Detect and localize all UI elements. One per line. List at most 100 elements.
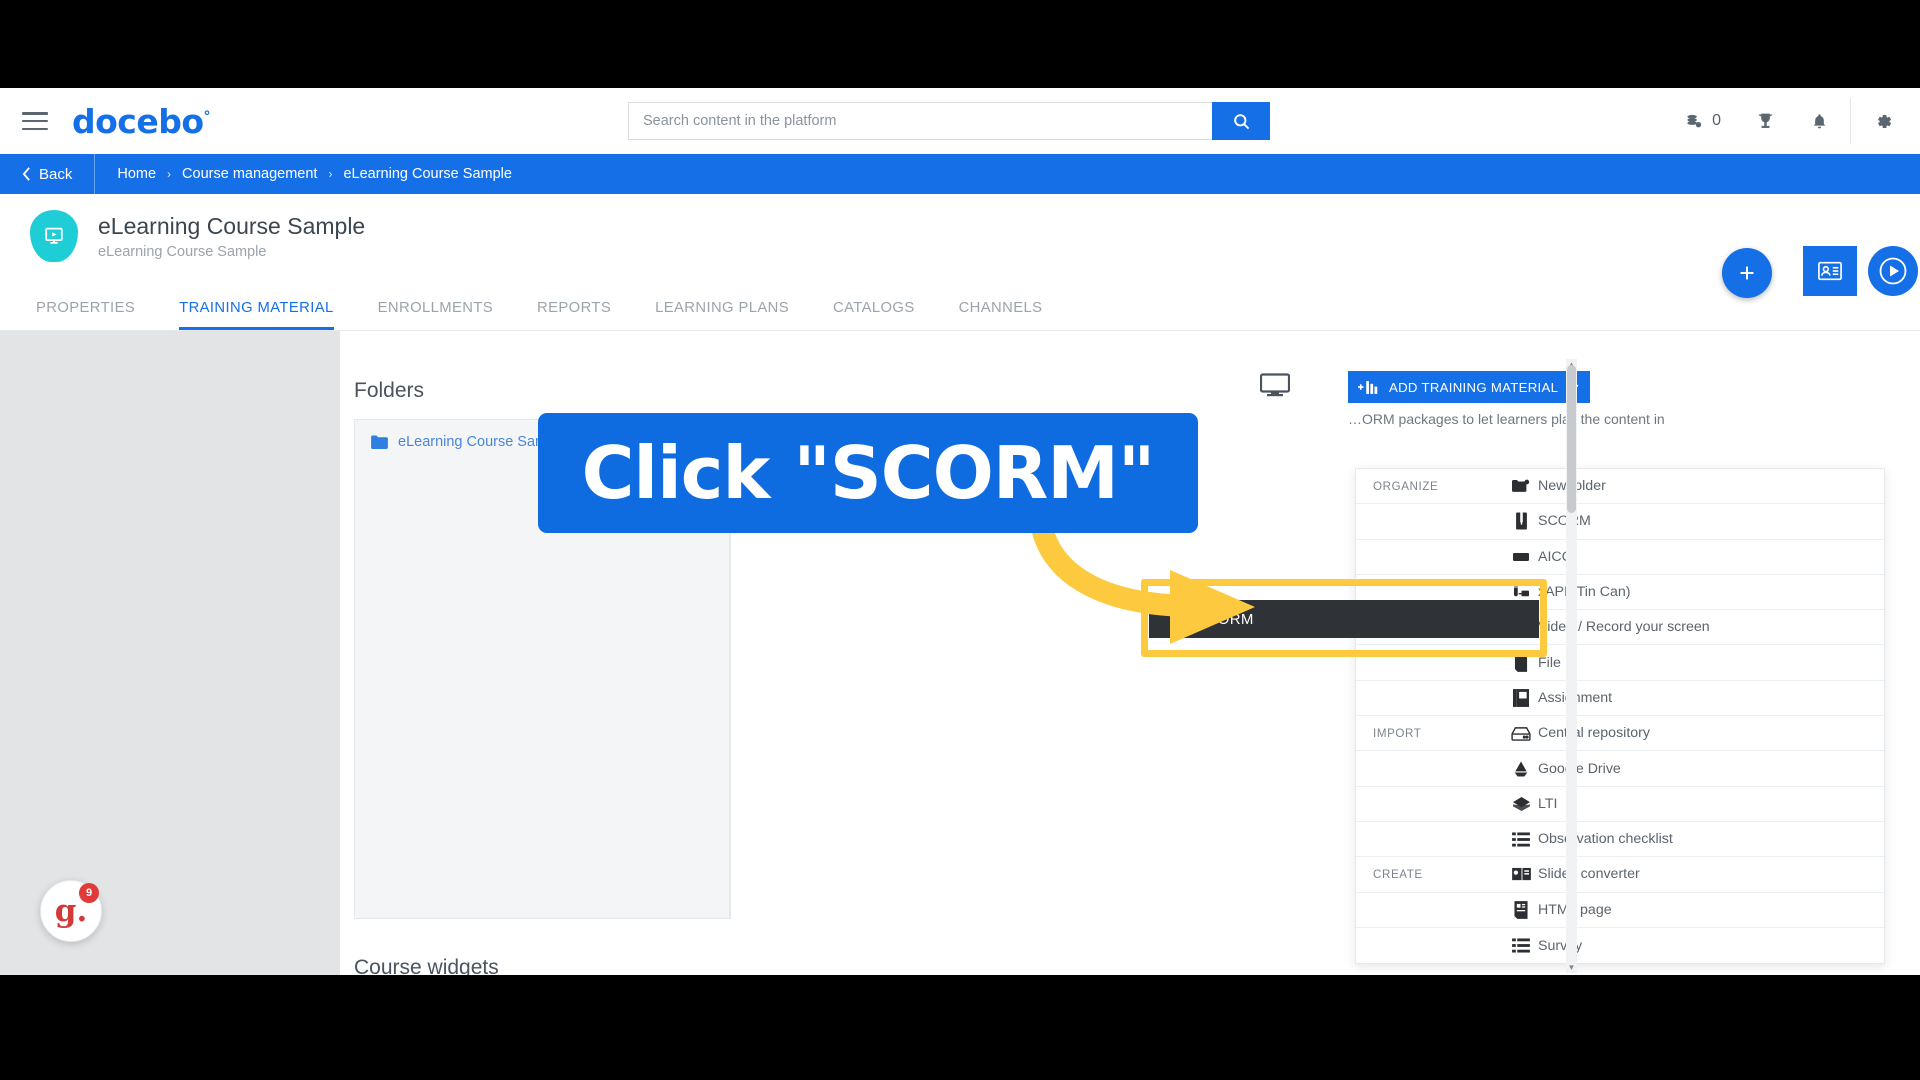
tab-catalogs[interactable]: CATALOGS bbox=[811, 300, 937, 330]
instruction-callout: Click "SCORM" bbox=[538, 413, 1198, 533]
screenshot-root: docebo° Search content in the platform 0… bbox=[0, 0, 1920, 1080]
scorm-icon bbox=[1504, 512, 1538, 530]
menu-item-slides-converter[interactable]: CREATE Slides converter bbox=[1356, 857, 1884, 893]
top-bar-actions: 0 bbox=[1668, 88, 1920, 154]
course-header: eLearning Course Sample eLearning Course… bbox=[0, 194, 1920, 278]
google-drive-icon bbox=[1504, 760, 1538, 777]
menu-item-label: Video / Record your screen bbox=[1538, 619, 1710, 636]
folders-heading: Folders bbox=[354, 379, 425, 402]
instruction-text: Click "SCORM" bbox=[581, 431, 1156, 515]
menu-item-label: xAPI (Tin Can) bbox=[1538, 584, 1631, 601]
breadcrumb-separator: › bbox=[328, 167, 333, 181]
menu-item-label: File bbox=[1538, 654, 1561, 671]
breadcrumb-item-current[interactable]: eLearning Course Sample bbox=[343, 166, 511, 182]
menu-item-central-repository[interactable]: IMPORT Central repository bbox=[1356, 716, 1884, 752]
play-panel-button[interactable] bbox=[1868, 246, 1918, 296]
lti-icon bbox=[1504, 796, 1538, 812]
notifications-button[interactable] bbox=[1793, 88, 1846, 154]
left-gutter bbox=[0, 331, 340, 975]
help-widget-button[interactable]: g. 9 bbox=[40, 880, 102, 942]
tab-training-material[interactable]: TRAINING MATERIAL bbox=[157, 300, 356, 330]
menu-item-html-page[interactable]: HTML page bbox=[1356, 893, 1884, 928]
monitor-icon bbox=[1259, 373, 1291, 397]
breadcrumb-item-course-management[interactable]: Course management bbox=[182, 166, 317, 182]
docebo-logo[interactable]: docebo° bbox=[72, 102, 210, 141]
folder-icon bbox=[371, 435, 388, 449]
slides-converter-icon bbox=[1504, 867, 1538, 882]
add-training-material-button[interactable]: ADD TRAINING MATERIAL ▼ bbox=[1348, 371, 1591, 403]
gear-icon bbox=[1878, 114, 1892, 128]
play-circle-icon bbox=[1879, 257, 1907, 285]
html-page-icon bbox=[1504, 900, 1538, 919]
coins-count: 0 bbox=[1712, 112, 1721, 129]
scrollbar-thumb[interactable] bbox=[1567, 365, 1576, 513]
aicc-icon bbox=[1504, 550, 1538, 564]
tab-channels[interactable]: CHANNELS bbox=[937, 300, 1065, 330]
menu-item-assignment[interactable]: Assignment bbox=[1356, 681, 1884, 717]
breadcrumb-bar: Back Home › Course management › eLearnin… bbox=[0, 154, 1920, 194]
chevron-left-icon bbox=[22, 167, 30, 181]
menu-item-label: Slides converter bbox=[1538, 866, 1640, 883]
menu-item-label: Google Drive bbox=[1538, 760, 1621, 777]
tab-reports[interactable]: REPORTS bbox=[515, 300, 633, 330]
search-button[interactable] bbox=[1212, 102, 1270, 140]
scorm-highlighted-item[interactable]: SCORM bbox=[1149, 600, 1539, 638]
scorm-icon bbox=[1171, 610, 1182, 628]
tab-properties[interactable]: PROPERTIES bbox=[14, 300, 157, 330]
page-subtitle: eLearning Course Sample bbox=[98, 243, 267, 260]
tab-enrollments[interactable]: ENROLLMENTS bbox=[356, 300, 515, 330]
menu-item-new-folder[interactable]: ORGANIZE New folder bbox=[1356, 469, 1884, 505]
elearning-player-icon bbox=[45, 227, 63, 244]
breadcrumb-separator: › bbox=[167, 167, 172, 181]
menu-group-create: CREATE bbox=[1373, 867, 1423, 881]
gamification-button[interactable] bbox=[1738, 88, 1793, 154]
observation-checklist-icon bbox=[1504, 832, 1538, 847]
tab-learning-plans[interactable]: LEARNING PLANS bbox=[633, 300, 811, 330]
scroll-down-arrow[interactable]: ▼ bbox=[1566, 962, 1577, 973]
back-label: Back bbox=[39, 165, 73, 183]
preview-as-learner-button[interactable] bbox=[1259, 373, 1291, 402]
add-training-material-label: ADD TRAINING MATERIAL bbox=[1389, 379, 1559, 395]
menu-item-google-drive[interactable]: Google Drive bbox=[1356, 751, 1884, 787]
menu-icon[interactable] bbox=[22, 112, 48, 130]
menu-item-label: Central repository bbox=[1538, 725, 1650, 742]
tab-bar: PROPERTIES TRAINING MATERIAL ENROLLMENTS… bbox=[0, 278, 1920, 331]
settings-button[interactable] bbox=[1855, 88, 1920, 154]
breadcrumb-item-home[interactable]: Home bbox=[117, 166, 156, 182]
user-card-icon bbox=[1818, 261, 1842, 281]
user-panel-button[interactable] bbox=[1803, 246, 1857, 296]
menu-item-observation-checklist[interactable]: Observation checklist bbox=[1356, 822, 1884, 858]
trophy-icon bbox=[1758, 113, 1773, 128]
assignment-icon bbox=[1504, 688, 1538, 707]
bell-icon bbox=[1813, 113, 1826, 128]
top-bar: docebo° Search content in the platform 0 bbox=[0, 88, 1920, 154]
menu-item-aicc[interactable]: AICC bbox=[1356, 540, 1884, 575]
search-bar bbox=[628, 102, 1270, 140]
divider bbox=[1850, 98, 1851, 144]
menu-item-label: Observation checklist bbox=[1538, 831, 1673, 848]
breadcrumb: Home › Course management › eLearning Cou… bbox=[95, 166, 512, 182]
course-type-icon bbox=[30, 210, 78, 262]
add-material-icon bbox=[1358, 380, 1378, 394]
help-widget-badge-count: 9 bbox=[79, 883, 99, 903]
menu-item-scorm[interactable]: SCORM bbox=[1356, 504, 1884, 540]
course-title-block: eLearning Course Sample eLearning Course… bbox=[98, 212, 365, 260]
vertical-scrollbar[interactable]: ▲ ▼ bbox=[1566, 359, 1577, 973]
search-icon bbox=[1233, 113, 1249, 129]
menu-group-organize: ORGANIZE bbox=[1373, 479, 1439, 493]
menu-item-lti[interactable]: LTI bbox=[1356, 787, 1884, 822]
menu-item-survey[interactable]: Survey bbox=[1356, 928, 1884, 963]
plus-icon bbox=[1740, 266, 1754, 280]
back-button[interactable]: Back bbox=[0, 154, 96, 194]
logo-mark: ° bbox=[203, 108, 211, 125]
panel-hint-text: …ORM packages to let learners play the c… bbox=[1348, 411, 1665, 427]
coins-indicator[interactable]: 0 bbox=[1668, 88, 1738, 154]
page-title: eLearning Course Sample bbox=[98, 213, 366, 240]
survey-icon bbox=[1504, 938, 1538, 953]
menu-group-import: IMPORT bbox=[1373, 726, 1422, 740]
logo-text: docebo bbox=[72, 101, 204, 141]
add-floating-button[interactable] bbox=[1722, 248, 1772, 298]
search-input[interactable] bbox=[628, 102, 1212, 140]
new-folder-icon bbox=[1504, 479, 1538, 494]
course-widgets-heading: Course widgets bbox=[354, 956, 499, 975]
